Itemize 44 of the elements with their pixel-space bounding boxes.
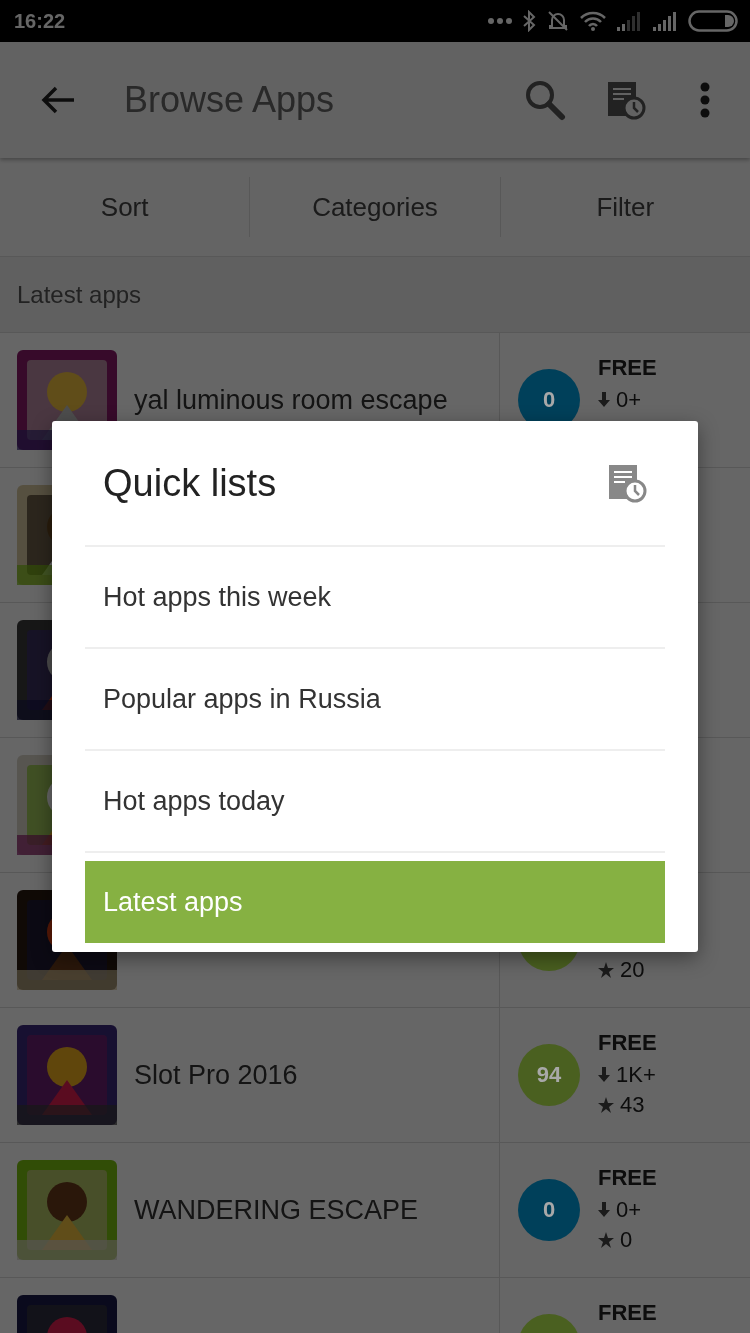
tab[interactable]: Sort xyxy=(0,158,250,256)
history-list-icon[interactable] xyxy=(606,80,646,120)
search-icon[interactable] xyxy=(524,79,566,121)
section-title: Latest apps xyxy=(17,280,142,309)
app-title[interactable]: WANDERING ESCAPE xyxy=(134,1194,419,1226)
wifi-icon xyxy=(580,11,606,31)
quick-list-item[interactable]: Latest apps xyxy=(85,861,665,943)
price-label: FREE xyxy=(598,355,657,382)
price-label: FREE xyxy=(598,1165,657,1192)
score-badge: 0 xyxy=(518,1179,580,1241)
quick-list-item[interactable]: Hot apps this week xyxy=(85,547,665,649)
dialog-title: Quick lists xyxy=(103,461,277,505)
rating-count: 0 xyxy=(620,1227,633,1253)
tab[interactable]: Filter xyxy=(500,158,750,256)
download-count: 0+ xyxy=(616,387,642,413)
star-icon xyxy=(598,1232,614,1248)
download-icon xyxy=(598,392,610,408)
clock: 16:22 xyxy=(14,9,66,33)
bluetooth-icon xyxy=(522,10,536,32)
app-title[interactable]: Slot Pro 2016 xyxy=(134,1059,298,1091)
star-icon xyxy=(598,962,614,978)
screen-title: Browse Apps xyxy=(124,79,336,121)
app-title[interactable]: yal luminous room escape xyxy=(134,384,448,416)
download-count: 0+ xyxy=(616,1197,642,1223)
signal-icon xyxy=(616,11,642,31)
back-icon[interactable] xyxy=(40,85,76,115)
more-options-icon[interactable] xyxy=(700,82,710,118)
quick-list-item[interactable]: Hot apps today xyxy=(85,751,665,853)
rating-count: 43 xyxy=(620,1092,645,1118)
battery-icon xyxy=(688,10,738,32)
quick-list-item[interactable]: Popular apps in Russia xyxy=(85,649,665,751)
tab[interactable]: Categories xyxy=(250,158,500,256)
muted-bell-icon xyxy=(546,10,570,32)
history-list-icon xyxy=(607,463,647,503)
download-icon xyxy=(598,1067,610,1083)
more-notifications-icon xyxy=(488,17,512,25)
rating-count: 20 xyxy=(620,957,645,983)
download-icon xyxy=(598,1202,610,1218)
price-label: FREE xyxy=(598,1300,657,1327)
score-badge: 94 xyxy=(518,1044,580,1106)
price-label: FREE xyxy=(598,1030,657,1057)
download-count: 1K+ xyxy=(616,1062,656,1088)
signal-icon xyxy=(652,11,678,31)
star-icon xyxy=(598,1097,614,1113)
